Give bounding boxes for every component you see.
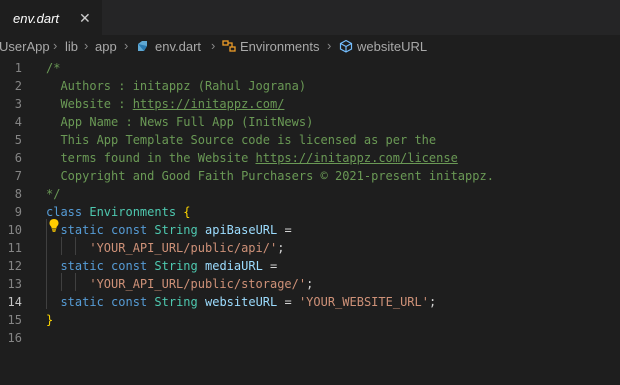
code-token: Copyright and Good Faith Purchasers © 20… <box>46 169 494 183</box>
code-token: static <box>60 223 104 237</box>
code-token: const <box>111 295 148 309</box>
chevron-right-icon: › <box>53 38 58 53</box>
code-token: static <box>60 259 104 273</box>
chevron-right-icon: › <box>124 38 129 53</box>
code-line[interactable]: static const String mediaURL = <box>46 257 277 275</box>
breadcrumb-item-env-dart[interactable]: env.dart <box>155 39 201 54</box>
code-line[interactable]: Website : https://initappz.com/ <box>46 95 284 113</box>
code-token: = <box>277 223 292 237</box>
line-number: 15 <box>7 313 22 327</box>
code-token: class <box>46 205 83 219</box>
code-token: ; <box>277 241 285 255</box>
code-line[interactable]: Copyright and Good Faith Purchasers © 20… <box>46 167 494 185</box>
code-token: const <box>111 223 148 237</box>
breadcrumb-item-app[interactable]: app <box>95 39 117 54</box>
code-token: https://initappz.com/license <box>255 151 458 165</box>
code-token: Website : <box>46 97 133 111</box>
line-number: 12 <box>7 259 22 273</box>
code-token: mediaURL <box>205 259 263 273</box>
tab-env-dart[interactable]: env.dart ✕ <box>0 0 102 36</box>
code-line[interactable]: 'YOUR_API_URL/public/storage/'; <box>46 275 313 293</box>
code-token: = <box>262 259 278 273</box>
code-token: */ <box>46 187 61 201</box>
code-line[interactable]: class Environments { <box>46 203 191 221</box>
code-token: ; <box>306 277 314 291</box>
code-token: 'YOUR_API_URL/public/storage/' <box>89 277 307 291</box>
code-token: This App Template Source code is license… <box>46 133 437 147</box>
line-number: 14 <box>7 295 22 309</box>
code-token: { <box>183 205 191 219</box>
code-editor[interactable]: 1 /* 2 Authors : initappz (Rahul Jograna) 3… <box>0 57 620 385</box>
tab-label[interactable]: env.dart <box>13 11 59 26</box>
line-number: 8 <box>14 187 22 201</box>
code-line[interactable]: Authors : initappz (Rahul Jograna) <box>46 77 306 95</box>
code-line[interactable]: 'YOUR_API_URL/public/api/'; <box>46 239 284 257</box>
line-number: 3 <box>14 97 22 111</box>
dart-icon <box>138 41 147 51</box>
field-icon <box>339 39 353 53</box>
code-line[interactable]: This App Template Source code is license… <box>46 131 436 149</box>
code-token: https://initappz.com/ <box>132 97 285 111</box>
code-token: const <box>111 259 148 273</box>
code-token: = <box>277 295 299 309</box>
code-token: terms found in the Website <box>46 151 256 165</box>
breadcrumb-item-environments[interactable]: Environments <box>240 39 319 54</box>
line-number: 13 <box>7 277 22 291</box>
code-line[interactable]: App Name : News Full App (InitNews) <box>46 113 313 131</box>
breadcrumb-item-userapp[interactable]: UserApp <box>0 39 50 54</box>
code-token: 'YOUR_API_URL/public/api/' <box>89 241 278 255</box>
line-number: 6 <box>14 151 22 165</box>
breadcrumb: UserApp › lib › app › env.dart › Environ… <box>0 35 620 57</box>
line-number: 7 <box>14 169 22 183</box>
chevron-right-icon: › <box>327 38 332 53</box>
code-line[interactable]: terms found in the Website https://inita… <box>46 149 458 167</box>
code-line[interactable]: static const String apiBaseURL = <box>46 221 292 239</box>
code-token: String <box>154 295 198 309</box>
code-token: } <box>46 313 54 327</box>
line-number: 10 <box>7 223 22 237</box>
line-number: 11 <box>7 241 22 255</box>
line-number: 16 <box>7 331 22 345</box>
code-token: String <box>154 259 198 273</box>
code-token: Authors : initappz (Rahul Jograna) <box>46 79 307 93</box>
code-token: App Name : News Full App (InitNews) <box>46 115 314 129</box>
tab-bar: env.dart ✕ <box>0 0 620 36</box>
lightbulb-icon[interactable] <box>48 218 60 232</box>
line-number: 2 <box>14 79 22 93</box>
code-line[interactable]: static const String websiteURL = 'YOUR_W… <box>46 293 436 311</box>
code-line[interactable]: } <box>46 311 53 329</box>
code-token: static <box>60 295 104 309</box>
line-number: 1 <box>14 61 22 75</box>
breadcrumb-item-websiteurl[interactable]: websiteURL <box>357 39 427 54</box>
code-token: String <box>154 223 198 237</box>
line-number: 5 <box>14 133 22 147</box>
line-number: 4 <box>14 115 22 129</box>
class-icon <box>222 40 236 52</box>
breadcrumb-item-lib[interactable]: lib <box>65 39 78 54</box>
close-icon[interactable]: ✕ <box>79 10 91 27</box>
code-token: /* <box>46 61 61 75</box>
chevron-right-icon: › <box>84 38 89 53</box>
code-token: Environments <box>89 205 177 219</box>
code-line[interactable]: /* <box>46 59 60 77</box>
line-number: 9 <box>14 205 22 219</box>
chevron-right-icon: › <box>211 38 216 53</box>
code-token: 'YOUR_WEBSITE_URL' <box>298 295 429 309</box>
code-token: apiBaseURL <box>205 223 278 237</box>
code-token: ; <box>428 295 437 309</box>
code-token: websiteURL <box>205 295 278 309</box>
code-line[interactable]: */ <box>46 185 60 203</box>
